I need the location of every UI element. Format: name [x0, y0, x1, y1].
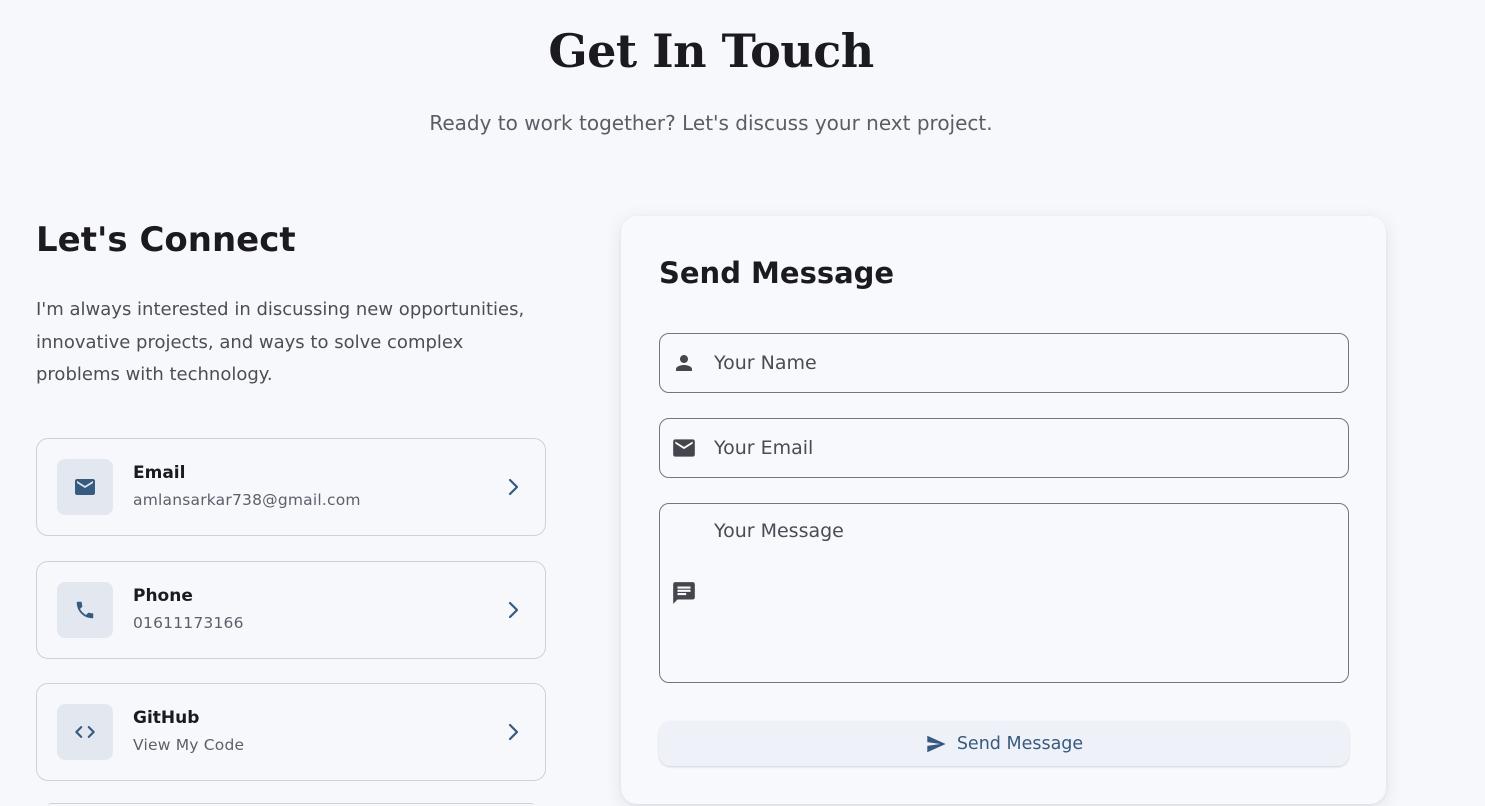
contact-card-github[interactable]: GitHub View My Code	[36, 683, 546, 781]
send-message-button[interactable]: Send Message	[659, 721, 1349, 766]
code-icon	[75, 726, 95, 738]
contact-card-email[interactable]: Email amlansarkar738@gmail.com	[36, 438, 546, 536]
contact-card-value: amlansarkar738@gmail.com	[133, 491, 361, 509]
code-icon-box	[57, 704, 113, 760]
page-title: Get In Touch	[548, 24, 874, 78]
contact-card-value: 01611173166	[133, 614, 244, 632]
mail-icon	[670, 434, 698, 462]
contact-card-label: GitHub	[133, 708, 200, 728]
form-title: Send Message	[659, 256, 895, 290]
contact-card-phone[interactable]: Phone 01611173166	[36, 561, 546, 659]
connect-title: Let's Connect	[36, 220, 296, 260]
email-input[interactable]	[714, 435, 1336, 461]
chevron-right-icon	[508, 723, 519, 741]
message-textarea[interactable]	[714, 520, 1336, 670]
contact-card-label: Phone	[133, 586, 193, 606]
mail-icon	[75, 479, 95, 495]
name-input[interactable]	[714, 350, 1336, 376]
phone-icon-box	[57, 582, 113, 638]
send-icon	[927, 735, 946, 752]
message-form-card: Send Message Your Name Your Email Your M…	[621, 216, 1386, 804]
contact-card-value: View My Code	[133, 736, 245, 754]
message-field	[659, 503, 1349, 683]
chat-icon	[670, 579, 698, 607]
page-subtitle: Ready to work together? Let's discuss yo…	[429, 111, 993, 135]
person-icon	[670, 349, 698, 377]
name-field	[659, 333, 1349, 393]
send-button-label: Send Message	[956, 733, 1084, 754]
contact-card-label: Email	[133, 463, 186, 483]
email-field	[659, 418, 1349, 478]
mail-icon-box	[57, 459, 113, 515]
phone-icon	[76, 601, 94, 619]
chevron-right-icon	[508, 478, 519, 496]
chevron-right-icon	[508, 601, 519, 619]
contact-section: Get In Touch Ready to work together? Let…	[0, 0, 1485, 806]
connect-description: I'm always interested in discussing new …	[36, 299, 525, 385]
